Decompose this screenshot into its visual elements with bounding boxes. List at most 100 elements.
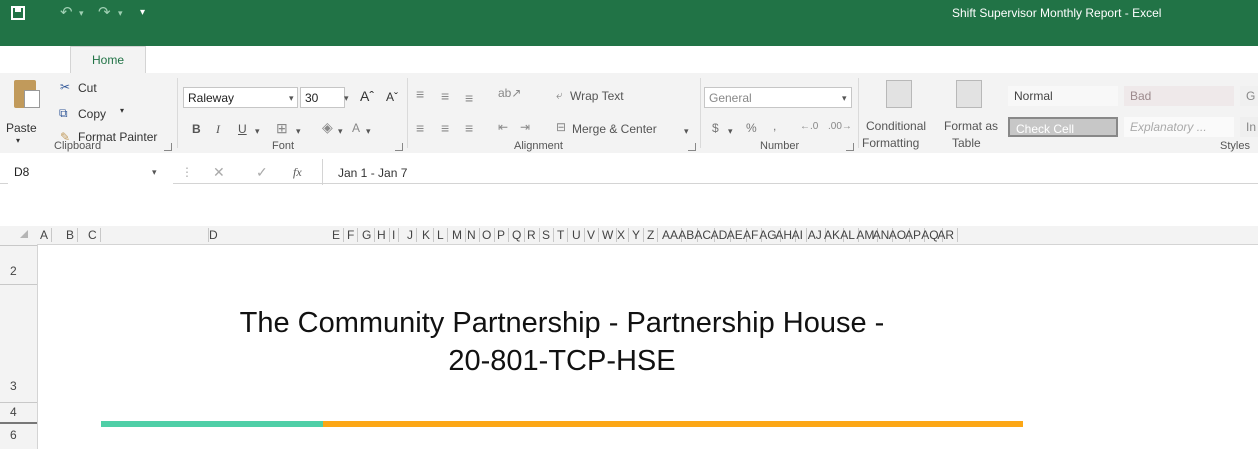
tab-view[interactable]: View	[541, 50, 567, 64]
alignment-launcher-icon[interactable]	[688, 143, 696, 151]
redo-icon[interactable]: ↷	[98, 3, 111, 21]
underline-icon[interactable]: U	[238, 122, 247, 136]
tab-formulas[interactable]: Formulas	[325, 50, 375, 64]
tell-me-box[interactable]: Tell me what you want to do...	[713, 50, 871, 64]
merge-dropdown-icon[interactable]: ▾	[684, 126, 689, 137]
align-bottom-icon[interactable]: ≡	[465, 90, 473, 106]
borders-icon[interactable]: ⊞	[276, 120, 288, 137]
column-header[interactable]: N	[467, 228, 480, 242]
decrease-indent-icon[interactable]: ⇤	[498, 120, 508, 134]
column-header[interactable]: R	[527, 228, 540, 242]
column-header[interactable]: W	[602, 228, 618, 242]
increase-font-icon[interactable]: Aˆ	[360, 88, 374, 104]
comma-button[interactable]: ,	[773, 119, 776, 133]
wrap-text-button[interactable]: Wrap Text	[570, 89, 624, 103]
name-box-dropdown-icon[interactable]: ▾	[152, 167, 157, 178]
tab-file[interactable]: File	[13, 50, 32, 64]
column-header[interactable]: O	[482, 228, 496, 242]
column-header[interactable]: L	[437, 228, 448, 242]
column-header[interactable]: AR	[937, 228, 959, 242]
column-header[interactable]: Y	[632, 228, 645, 242]
merge-center-button[interactable]: Merge & Center	[572, 122, 657, 136]
customize-qat-icon[interactable]: ▾	[140, 7, 145, 18]
fill-color-dropdown-icon[interactable]: ▾	[338, 126, 343, 137]
column-header[interactable]: J	[407, 228, 417, 242]
style-good[interactable]: G	[1240, 86, 1258, 106]
row-header[interactable]: 4	[10, 405, 17, 419]
column-header[interactable]: X	[617, 228, 630, 242]
select-all-icon[interactable]	[20, 230, 28, 238]
orientation-icon[interactable]: ab↗	[498, 86, 521, 100]
row-header[interactable]: 3	[10, 379, 17, 393]
conditional-formatting-label-2[interactable]: Formatting	[862, 136, 919, 150]
tab-acrobat[interactable]: ACROBAT	[601, 50, 658, 64]
style-bad[interactable]: Bad	[1124, 86, 1234, 106]
increase-decimal-icon[interactable]: ←.0	[800, 121, 818, 132]
align-left-icon[interactable]: ≡	[416, 120, 424, 136]
style-normal[interactable]: Normal	[1008, 86, 1118, 106]
number-format-dropdown-icon[interactable]: ▾	[842, 93, 847, 104]
paste-dropdown-icon[interactable]: ▾	[16, 136, 20, 145]
font-size-dropdown-icon[interactable]: ▾	[344, 93, 349, 104]
currency-dropdown-icon[interactable]: ▾	[728, 126, 733, 137]
column-header[interactable]: M	[452, 228, 466, 242]
decrease-decimal-icon[interactable]: .00→	[828, 121, 852, 132]
align-right-icon[interactable]: ≡	[465, 120, 473, 136]
column-header[interactable]: Z	[647, 228, 659, 242]
italic-icon[interactable]: I	[216, 122, 220, 137]
conditional-formatting-label-1[interactable]: Conditional	[866, 119, 926, 133]
style-explanatory[interactable]: Explanatory ...	[1124, 117, 1234, 137]
column-header[interactable]: P	[497, 228, 510, 242]
column-header[interactable]: D	[208, 228, 221, 242]
tab-page-layout[interactable]: Page Layout	[220, 50, 287, 64]
clipboard-launcher-icon[interactable]	[164, 143, 172, 151]
borders-dropdown-icon[interactable]: ▾	[296, 126, 301, 137]
column-header[interactable]: S	[542, 228, 555, 242]
row-header[interactable]: 2	[10, 264, 17, 278]
redo-dropdown-icon[interactable]: ▾	[118, 8, 123, 19]
font-color-icon[interactable]: A	[352, 121, 360, 135]
style-input[interactable]: In	[1240, 117, 1258, 137]
column-header[interactable]: Q	[512, 228, 526, 242]
column-header[interactable]: A	[40, 228, 53, 242]
increase-indent-icon[interactable]: ⇥	[520, 120, 530, 134]
column-header[interactable]: U	[572, 228, 585, 242]
align-center-icon[interactable]: ≡	[441, 120, 449, 136]
font-name-dropdown-icon[interactable]: ▾	[289, 93, 294, 104]
tab-data[interactable]: Data	[410, 50, 435, 64]
formula-input[interactable]: Jan 1 - Jan 7	[338, 166, 407, 180]
percent-button[interactable]: %	[746, 121, 757, 135]
undo-icon[interactable]: ↶	[60, 3, 73, 21]
font-name-select[interactable]: Raleway	[183, 87, 298, 108]
column-header[interactable]: T	[557, 228, 569, 242]
format-as-table-label-2[interactable]: Table	[952, 136, 981, 150]
copy-dropdown-icon[interactable]: ▾	[120, 106, 124, 115]
column-header[interactable]: B	[66, 228, 79, 242]
column-header[interactable]: AI	[792, 228, 807, 242]
undo-dropdown-icon[interactable]: ▾	[79, 8, 84, 19]
decrease-font-icon[interactable]: Aˇ	[386, 90, 398, 104]
underline-dropdown-icon[interactable]: ▾	[255, 126, 260, 137]
tab-review[interactable]: Review	[470, 50, 509, 64]
row-header[interactable]: 6	[10, 428, 17, 442]
column-header[interactable]: I	[392, 228, 400, 242]
paste-button[interactable]: Paste	[6, 121, 37, 135]
column-header[interactable]: G	[362, 228, 376, 242]
save-icon[interactable]	[11, 6, 25, 20]
format-as-table-label-1[interactable]: Format as	[944, 119, 998, 133]
font-color-dropdown-icon[interactable]: ▾	[366, 126, 371, 137]
column-header[interactable]: H	[377, 228, 390, 242]
font-size-select[interactable]: 30	[300, 87, 345, 108]
style-check-cell[interactable]: Check Cell	[1008, 117, 1118, 137]
currency-button[interactable]: $	[712, 121, 719, 135]
report-title[interactable]: The Community Partnership - Partnership …	[100, 304, 1024, 380]
font-launcher-icon[interactable]	[395, 143, 403, 151]
name-box[interactable]: D8	[8, 162, 173, 184]
column-header[interactable]: V	[587, 228, 600, 242]
fill-color-icon[interactable]: ◈	[322, 119, 333, 136]
insert-function-icon[interactable]: fx	[293, 165, 302, 180]
cut-button[interactable]: Cut	[78, 81, 97, 95]
column-header[interactable]: E	[332, 228, 345, 242]
column-header[interactable]: C	[88, 228, 101, 242]
tab-home[interactable]: Home	[70, 46, 146, 74]
